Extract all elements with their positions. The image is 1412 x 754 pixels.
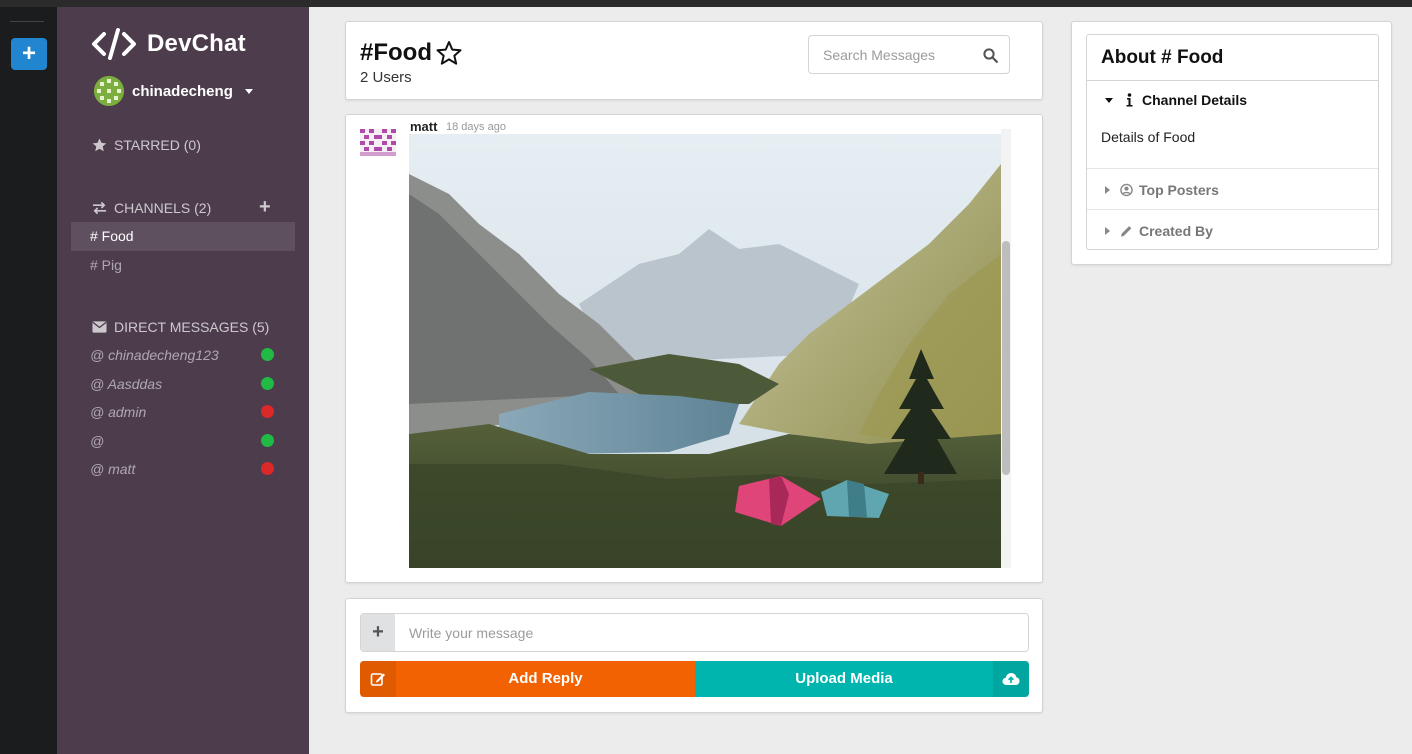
pencil-icon [1120, 226, 1132, 237]
offline-status-dot [261, 405, 274, 418]
user-menu[interactable]: chinadecheng [94, 76, 253, 106]
avatar [94, 76, 124, 106]
channel-item-pig[interactable]: # Pig [71, 251, 295, 280]
accordion-divider [1087, 168, 1378, 169]
upload-media-label: Upload Media [795, 670, 893, 687]
add-reply-label: Add Reply [508, 670, 583, 687]
server-rail: + [0, 7, 57, 754]
channel-details-toggle[interactable]: Channel Details [1105, 92, 1396, 108]
dm-label: @ [90, 433, 105, 449]
top-posters-toggle[interactable]: Top Posters [1105, 182, 1396, 198]
username: chinadecheng [132, 82, 233, 100]
user-circle-icon [1120, 183, 1133, 197]
compose-panel: + Add Reply Upload Media [345, 598, 1043, 713]
dm-item-matt[interactable]: @ matt [90, 459, 280, 479]
dm-label: @ admin [90, 404, 147, 420]
star-icon [91, 138, 107, 152]
code-icon [92, 28, 136, 60]
message-author: matt [410, 119, 438, 134]
channel-title-text: #Food [360, 39, 432, 66]
direct-messages-section: DIRECT MESSAGES (5) [91, 319, 269, 335]
starred-label: STARRED (0) [114, 137, 201, 153]
channel-details-label: Channel Details [1142, 92, 1248, 108]
add-channel-button[interactable]: + [259, 197, 271, 217]
rail-divider [10, 21, 44, 22]
scrollbar-thumb[interactable] [1002, 241, 1010, 475]
add-attachment-button[interactable]: + [361, 614, 395, 651]
caret-right-icon [1105, 186, 1110, 194]
channel-title: #Food [360, 39, 463, 67]
about-title: About # Food [1086, 34, 1379, 81]
app-name: DevChat [147, 30, 246, 57]
caret-down-icon [244, 88, 253, 94]
starred-section[interactable]: STARRED (0) [91, 137, 201, 153]
message-image[interactable] [409, 134, 1001, 568]
mail-icon [91, 320, 107, 334]
search-input[interactable] [809, 36, 979, 73]
channel-item-food[interactable]: # Food [71, 222, 295, 251]
online-status-dot [261, 348, 274, 361]
channel-about-panel: About # Food Channel Details Details of … [1071, 21, 1392, 265]
caret-down-icon [1105, 97, 1113, 103]
message-input[interactable] [395, 614, 1028, 651]
about-accordion: Channel Details Details of Food Top Post… [1086, 80, 1379, 250]
add-reply-button[interactable]: Add Reply [360, 661, 695, 697]
created-by-label: Created By [1139, 223, 1213, 239]
channels-label: CHANNELS (2) [114, 200, 212, 216]
created-by-toggle[interactable]: Created By [1105, 223, 1396, 239]
dm-item-admin[interactable]: @ admin [90, 402, 280, 422]
dm-item-chinadecheng123[interactable]: @ chinadecheng123 [90, 345, 280, 365]
dm-item-unnamed[interactable]: @ [90, 431, 280, 451]
top-posters-label: Top Posters [1139, 182, 1219, 198]
message-time: 18 days ago [446, 121, 506, 133]
brand: DevChat [91, 27, 246, 61]
info-icon [1126, 93, 1133, 107]
upload-media-button[interactable]: Upload Media [695, 661, 1029, 697]
channel-details-text: Details of Food [1101, 129, 1196, 145]
online-status-dot [261, 377, 274, 390]
user-count: 2 Users [360, 69, 412, 86]
dm-label: @ chinadecheng123 [90, 347, 219, 363]
search-icon[interactable] [983, 48, 998, 63]
avatar [360, 129, 396, 156]
online-status-dot [261, 434, 274, 447]
add-workspace-button[interactable]: + [11, 38, 47, 70]
dm-label: @ matt [90, 461, 136, 477]
exchange-icon [91, 201, 107, 215]
star-outline-icon[interactable] [435, 40, 463, 66]
channel-header: #Food 2 Users [345, 21, 1043, 100]
offline-status-dot [261, 462, 274, 475]
top-bar [0, 0, 1412, 7]
messages-panel: matt 18 days ago [345, 114, 1043, 583]
sidebar: DevChat chinadecheng STARRED (0) CHANNEL… [57, 7, 309, 754]
compose-row: + [360, 613, 1029, 652]
dm-label: DIRECT MESSAGES (5) [114, 319, 270, 335]
dm-label: @ Aasddas [90, 376, 163, 392]
accordion-divider [1087, 209, 1378, 210]
cloud-upload-icon [993, 661, 1029, 697]
dm-item-aasddas[interactable]: @ Aasddas [90, 374, 280, 394]
caret-right-icon [1105, 227, 1110, 235]
edit-icon [360, 661, 396, 697]
search-box [808, 35, 1010, 74]
channels-section: CHANNELS (2) [91, 200, 211, 216]
